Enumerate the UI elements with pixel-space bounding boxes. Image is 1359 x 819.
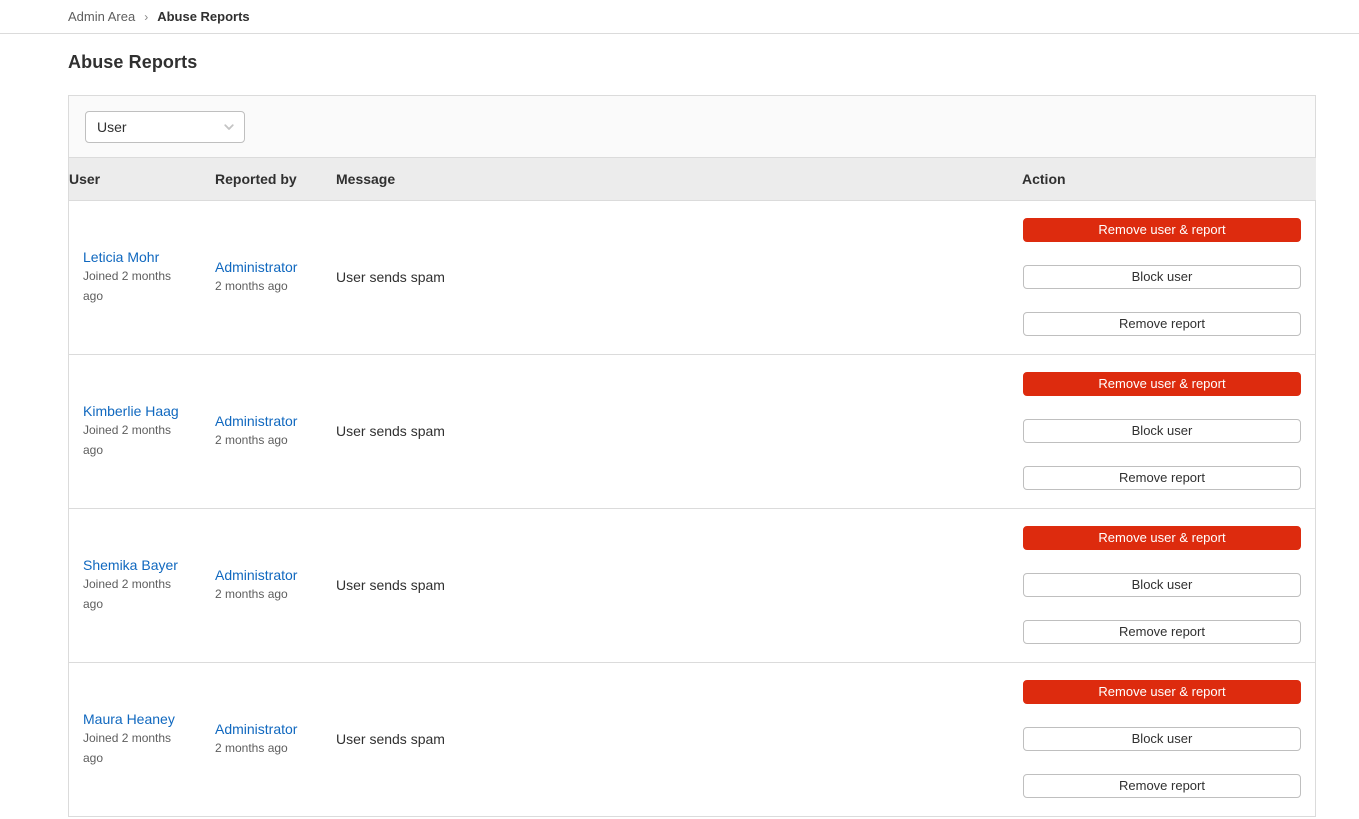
remove-report-button[interactable]: Remove report [1023,466,1301,490]
table-row: Kimberlie Haag Joined 2 months ago Admin… [69,354,1316,508]
abuse-message-text: User sends spam [336,269,445,285]
abuse-message-text: User sends spam [336,577,445,593]
breadcrumb: Admin Area › Abuse Reports [68,10,250,23]
action-button-group: Remove user & report Block user Remove r… [1022,680,1308,798]
cell-message: User sends spam [336,662,1022,816]
remove-user-and-report-button[interactable]: Remove user & report [1023,526,1301,550]
action-button-group: Remove user & report Block user Remove r… [1022,218,1308,336]
table-row: Maura Heaney Joined 2 months ago Adminis… [69,662,1316,816]
abuse-reports-table: User Reported by Message Action Leticia … [69,158,1316,817]
cell-reported-by: Administrator 2 months ago [215,354,336,508]
cell-message: User sends spam [336,200,1022,354]
remove-user-and-report-button[interactable]: Remove user & report [1023,218,1301,242]
remove-report-button[interactable]: Remove report [1023,312,1301,336]
abuse-reports-card: User User Reported by Message Action Let… [68,95,1316,817]
remove-user-and-report-button[interactable]: Remove user & report [1023,372,1301,396]
reporter-profile-link[interactable]: Administrator [215,258,328,276]
breadcrumb-bar: Admin Area › Abuse Reports [0,0,1359,34]
cell-user: Maura Heaney Joined 2 months ago [69,662,215,816]
reporter-profile-link[interactable]: Administrator [215,566,328,584]
page-title: Abuse Reports [0,34,1359,73]
breadcrumb-link-admin-area[interactable]: Admin Area [68,10,135,23]
table-row: Leticia Mohr Joined 2 months ago Adminis… [69,200,1316,354]
action-button-group: Remove user & report Block user Remove r… [1022,526,1308,644]
reporter-profile-link[interactable]: Administrator [215,720,328,738]
column-header-action: Action [1022,158,1316,200]
block-user-button[interactable]: Block user [1023,727,1301,751]
remove-report-button[interactable]: Remove report [1023,620,1301,644]
action-button-group: Remove user & report Block user Remove r… [1022,372,1308,490]
cell-user: Leticia Mohr Joined 2 months ago [69,200,215,354]
cell-action: Remove user & report Block user Remove r… [1022,354,1316,508]
cell-reported-by: Administrator 2 months ago [215,662,336,816]
column-header-message: Message [336,158,1022,200]
cell-action: Remove user & report Block user Remove r… [1022,200,1316,354]
user-filter-select-wrapper[interactable]: User [85,111,245,143]
cell-user: Kimberlie Haag Joined 2 months ago [69,354,215,508]
column-header-reported-by: Reported by [215,158,336,200]
user-profile-link[interactable]: Leticia Mohr [83,248,207,266]
remove-user-and-report-button[interactable]: Remove user & report [1023,680,1301,704]
table-row: Shemika Bayer Joined 2 months ago Admini… [69,508,1316,662]
table-body: Leticia Mohr Joined 2 months ago Adminis… [69,200,1316,816]
breadcrumb-separator-icon: › [144,11,148,23]
cell-action: Remove user & report Block user Remove r… [1022,508,1316,662]
filter-bar: User [69,96,1315,158]
user-joined-text: Joined 2 months ago [83,728,183,768]
abuse-message-text: User sends spam [336,423,445,439]
remove-report-button[interactable]: Remove report [1023,774,1301,798]
breadcrumb-current: Abuse Reports [157,10,249,23]
reported-time-text: 2 months ago [215,276,328,296]
reported-time-text: 2 months ago [215,738,328,758]
user-joined-text: Joined 2 months ago [83,266,183,306]
cell-message: User sends spam [336,508,1022,662]
cell-action: Remove user & report Block user Remove r… [1022,662,1316,816]
user-profile-link[interactable]: Maura Heaney [83,710,207,728]
user-profile-link[interactable]: Kimberlie Haag [83,402,207,420]
abuse-message-text: User sends spam [336,731,445,747]
cell-user: Shemika Bayer Joined 2 months ago [69,508,215,662]
cell-reported-by: Administrator 2 months ago [215,508,336,662]
table-header-row: User Reported by Message Action [69,158,1316,200]
block-user-button[interactable]: Block user [1023,573,1301,597]
cell-reported-by: Administrator 2 months ago [215,200,336,354]
table-header: User Reported by Message Action [69,158,1316,200]
reported-time-text: 2 months ago [215,584,328,604]
reporter-profile-link[interactable]: Administrator [215,412,328,430]
block-user-button[interactable]: Block user [1023,419,1301,443]
column-header-user: User [69,158,215,200]
user-joined-text: Joined 2 months ago [83,420,183,460]
user-filter-select[interactable]: User [85,111,245,143]
reported-time-text: 2 months ago [215,430,328,450]
block-user-button[interactable]: Block user [1023,265,1301,289]
user-profile-link[interactable]: Shemika Bayer [83,556,207,574]
user-joined-text: Joined 2 months ago [83,574,183,614]
cell-message: User sends spam [336,354,1022,508]
